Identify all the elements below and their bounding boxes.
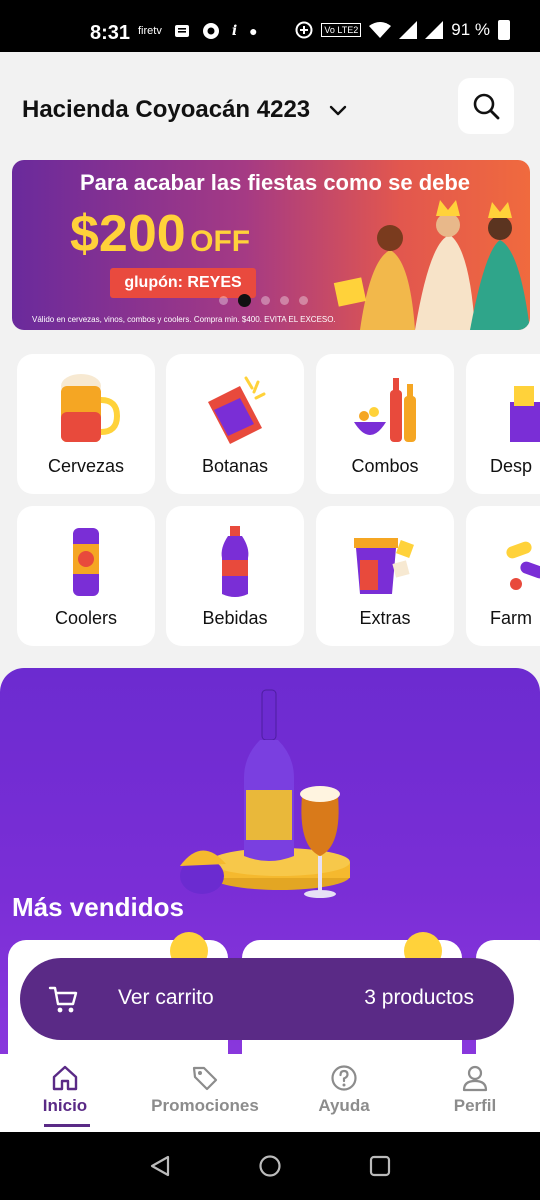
header: Hacienda Coyoacán 4223: [0, 52, 540, 152]
nav-active-indicator: [44, 1124, 90, 1127]
nav-ayuda[interactable]: Ayuda: [274, 1064, 414, 1116]
category-label: Botanas: [201, 456, 269, 476]
carousel-dot[interactable]: [219, 296, 228, 305]
carousel-dot-active[interactable]: [238, 294, 251, 307]
promo-banner[interactable]: Para acabar las fiestas como se debe $20…: [12, 160, 530, 330]
beer-bottle-and-glass-illustration: [180, 689, 350, 898]
discount-amount: $200: [70, 205, 186, 263]
search-button[interactable]: [458, 78, 514, 134]
category-botanas[interactable]: Botanas: [166, 354, 304, 494]
nav-promociones[interactable]: Promociones: [135, 1064, 275, 1116]
category-despensa[interactable]: Desp: [466, 354, 540, 494]
wifi-icon: [369, 22, 392, 38]
battery-percent: 91 %: [451, 20, 490, 39]
ice-cup-icon: [354, 538, 414, 594]
nav-label: Perfil: [453, 1096, 497, 1115]
banner-title: Para acabar las fiestas como se debe: [79, 170, 471, 195]
user-icon: [462, 1065, 488, 1092]
cart-icon: [48, 986, 78, 1013]
category-label: Extras: [359, 608, 411, 628]
category-cervezas[interactable]: Cervezas: [17, 354, 155, 494]
carousel-dot[interactable]: [261, 296, 270, 305]
category-combos[interactable]: Combos: [316, 354, 454, 494]
battery-icon: [498, 20, 510, 40]
carousel-dot[interactable]: [280, 296, 289, 305]
category-farmacia[interactable]: Farm: [466, 506, 540, 646]
cooler-can-icon: [73, 528, 99, 596]
view-cart-button[interactable]: Ver carrito 3 productos: [20, 958, 514, 1040]
chrome-icon: [202, 23, 219, 39]
status-bar: 8:31 firetv i ● Vo LTE2 91 %: [0, 0, 540, 52]
system-navigation-bar: [0, 1132, 540, 1200]
snack-bag-icon: [208, 376, 266, 444]
recents-icon[interactable]: [368, 1154, 392, 1178]
category-label: Bebidas: [202, 608, 268, 628]
nav-label: Ayuda: [318, 1096, 370, 1115]
home-circle-icon[interactable]: [258, 1154, 282, 1178]
category-label: Farm: [490, 608, 532, 628]
dot-icon: ●: [249, 23, 258, 39]
nav-inicio[interactable]: Inicio: [0, 1064, 135, 1116]
status-notification-icons: firetv i ●: [138, 22, 258, 40]
combo-bottles-icon: [354, 378, 416, 442]
beer-mug-icon: [61, 374, 121, 442]
nav-label: Inicio: [42, 1096, 88, 1115]
firetv-icon: firetv: [138, 25, 162, 37]
category-label: Cervezas: [47, 456, 125, 476]
notes-icon: [174, 25, 189, 37]
tag-icon: [192, 1066, 218, 1091]
italic-icon: i: [231, 23, 238, 39]
banner-legal-text: Válido en cervezas, vinos, combos y cool…: [32, 315, 336, 324]
signal-icon-2: [425, 21, 444, 39]
cart-count: 3 productos: [364, 986, 474, 1009]
banner-discount: $200 OFF: [70, 204, 250, 264]
nav-perfil[interactable]: Perfil: [405, 1064, 540, 1116]
three-kings-illustration: [333, 200, 530, 330]
add-circle-icon: [295, 21, 313, 39]
signal-icon: [399, 21, 418, 39]
section-title: Más vendidos: [12, 892, 184, 922]
category-label: Combos: [351, 456, 419, 476]
carousel-dot[interactable]: [299, 296, 308, 305]
status-system-icons: Vo LTE2 91 %: [295, 20, 510, 40]
volte-icon: Vo LTE2: [321, 23, 362, 37]
address-selector[interactable]: Hacienda Coyoacán 4223: [22, 96, 348, 124]
bottom-navigation: Inicio Promociones Ayuda Perfil: [0, 1054, 540, 1132]
category-label: Coolers: [54, 608, 118, 628]
category-label: Desp: [490, 456, 533, 476]
discount-off-label: OFF: [190, 225, 251, 258]
chevron-down-icon: [329, 105, 347, 116]
cart-label: Ver carrito: [118, 986, 214, 1009]
category-bebidas[interactable]: Bebidas: [166, 506, 304, 646]
address-text: Hacienda Coyoacán 4223: [22, 96, 311, 123]
status-time: 8:31: [90, 22, 131, 44]
home-icon: [52, 1065, 78, 1091]
nav-label: Promociones: [151, 1096, 259, 1115]
back-icon[interactable]: [148, 1154, 172, 1178]
pantry-icon: [510, 386, 540, 442]
pills-icon: [506, 541, 540, 590]
carousel-dots: [219, 294, 308, 307]
search-icon: [473, 93, 500, 120]
category-coolers[interactable]: Coolers: [17, 506, 155, 646]
help-icon: [331, 1065, 357, 1091]
soda-bottle-icon: [221, 526, 249, 597]
category-extras[interactable]: Extras: [316, 506, 454, 646]
